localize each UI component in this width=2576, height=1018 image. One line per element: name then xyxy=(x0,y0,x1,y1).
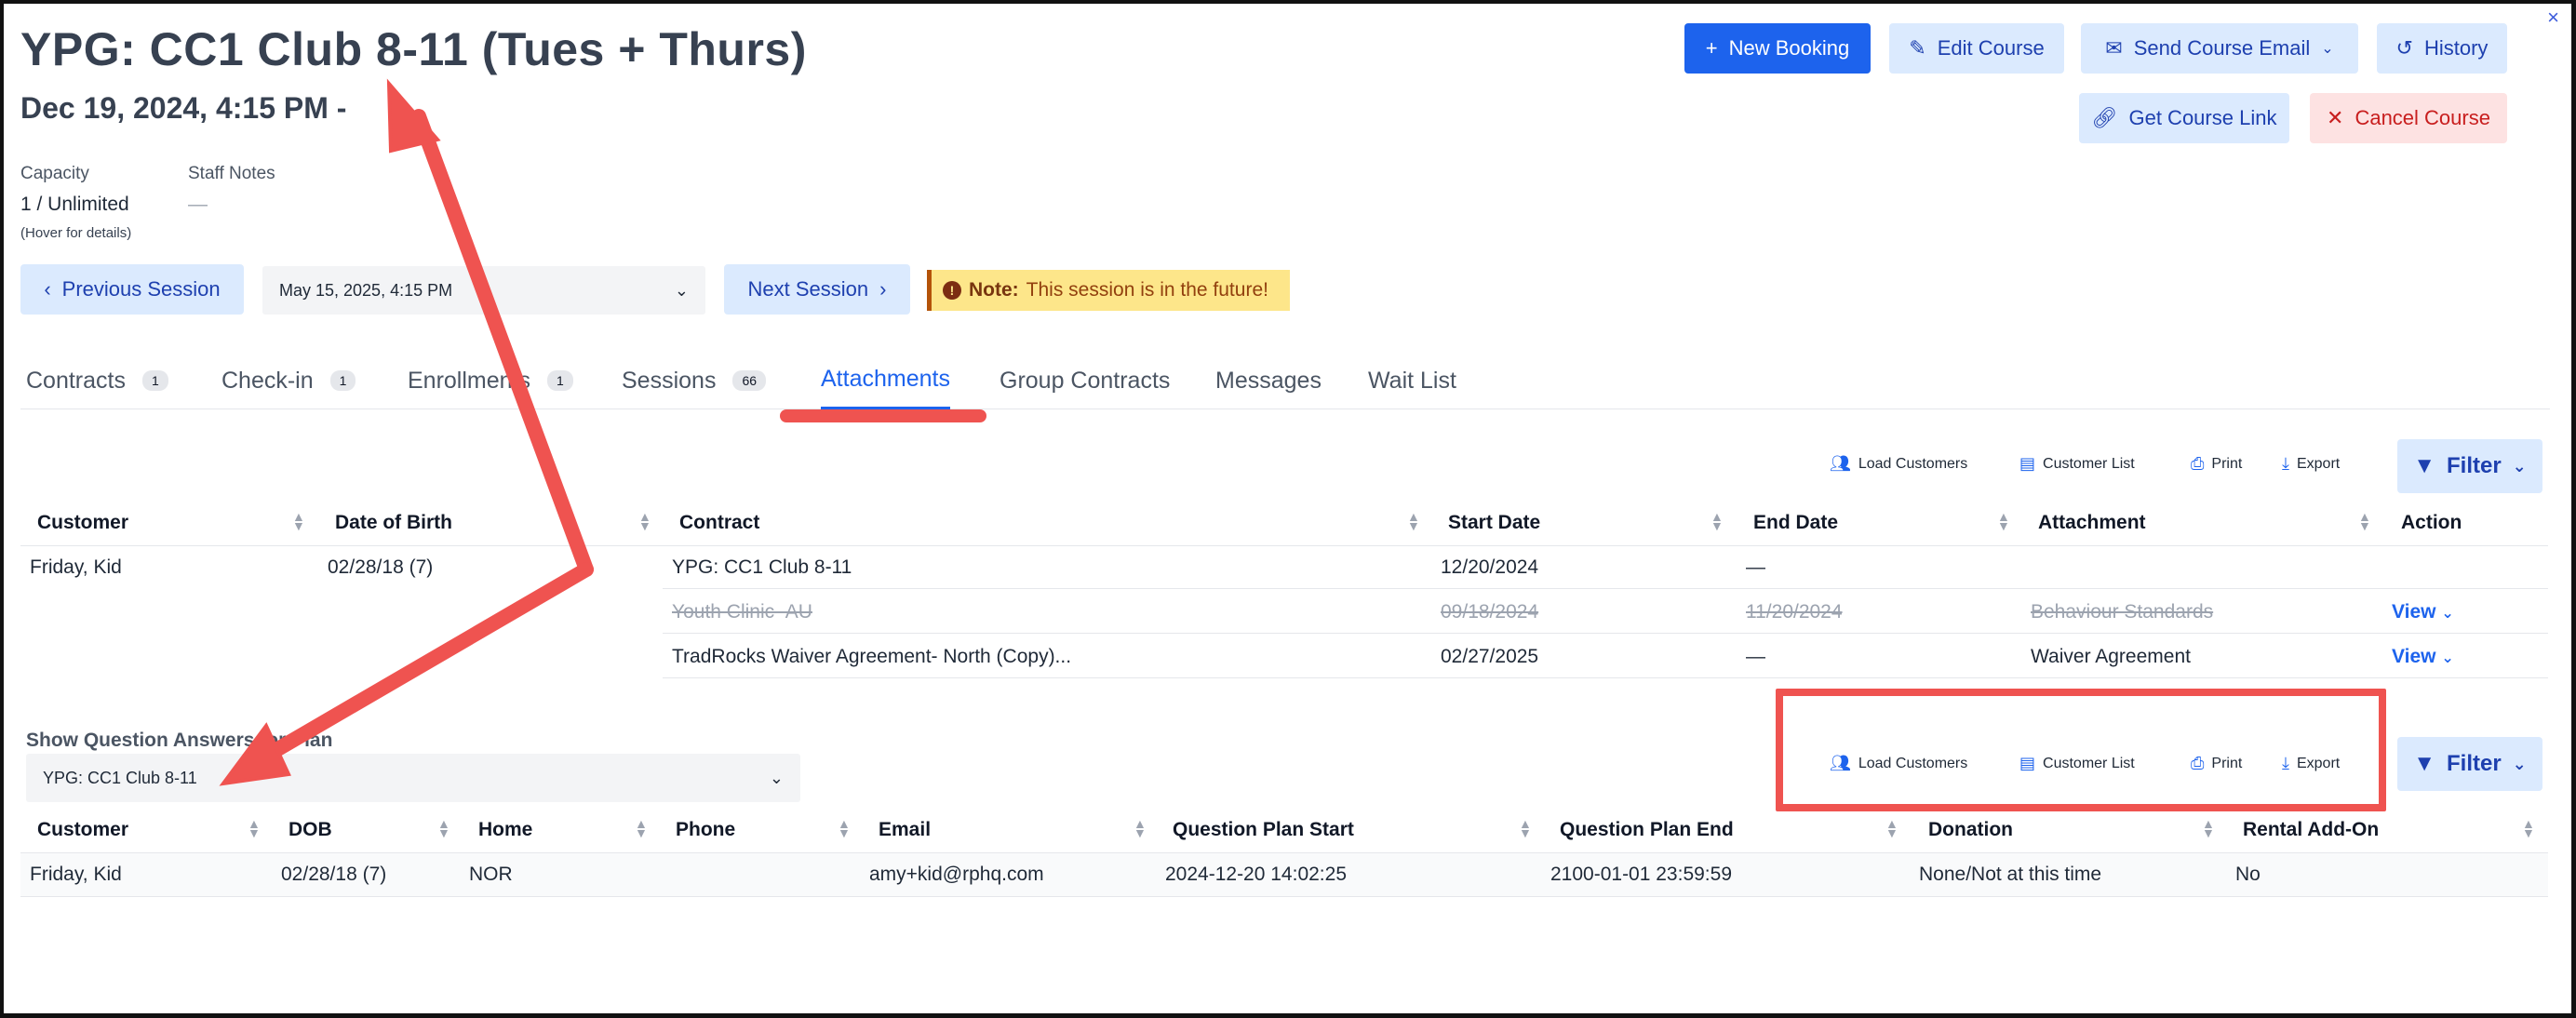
annotation-arrows xyxy=(219,78,594,786)
